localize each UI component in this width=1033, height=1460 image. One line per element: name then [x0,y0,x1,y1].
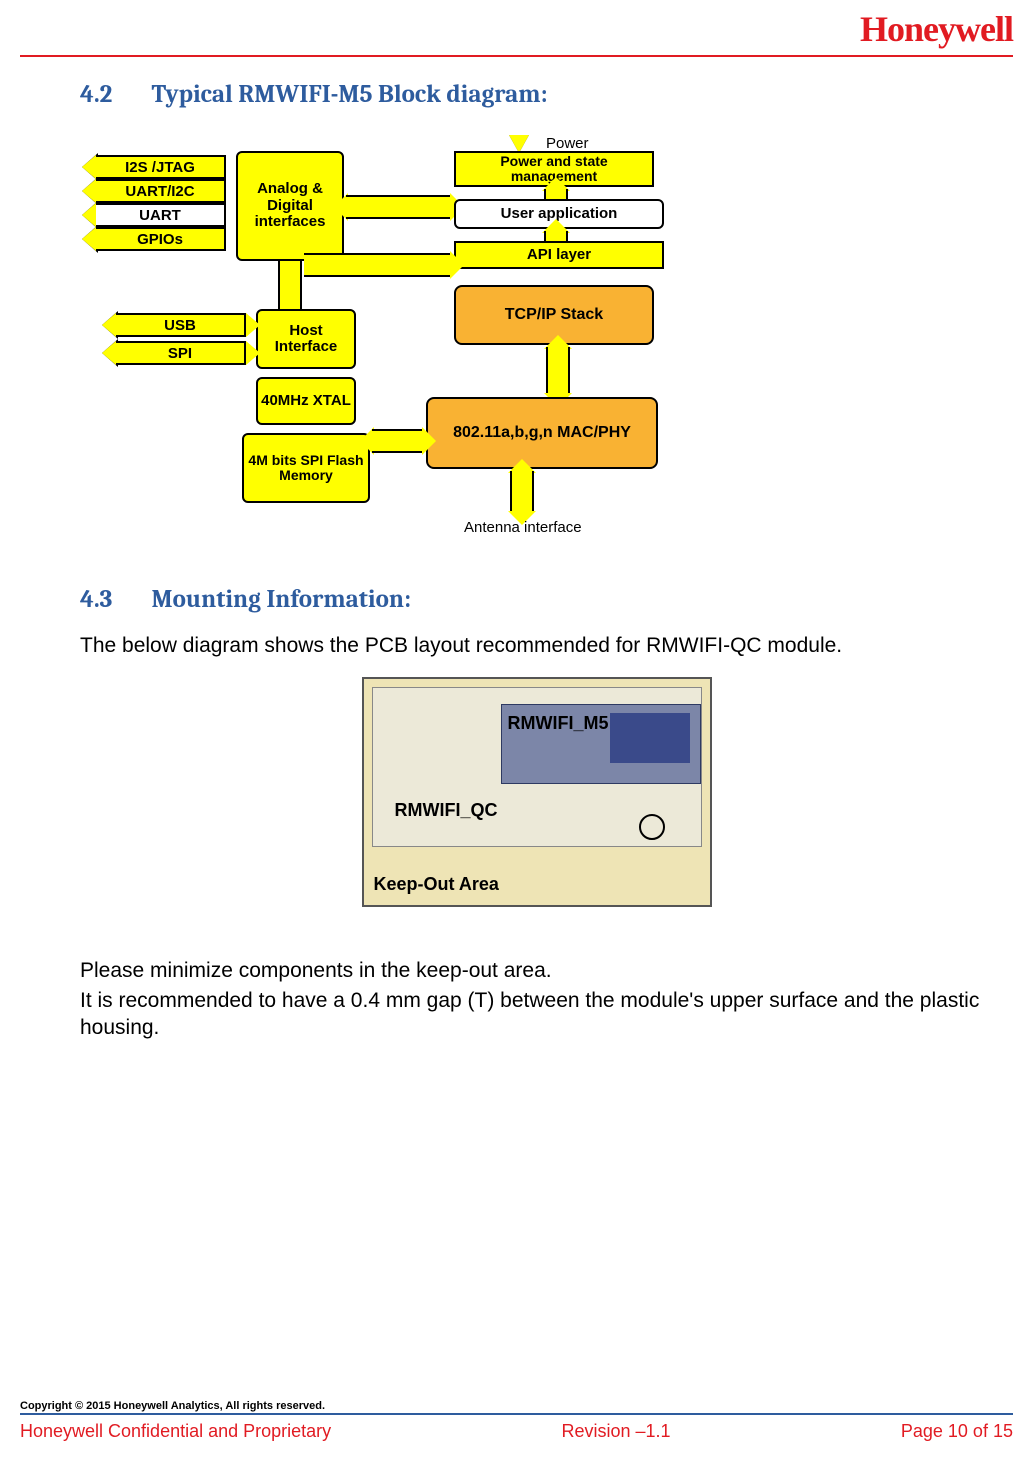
gpios-arrow: GPIOs [96,227,226,251]
analog-digital-box: Analog & Digital interfaces [236,151,344,261]
footer-left: Honeywell Confidential and Proprietary [20,1421,331,1442]
section-4-3-heading: 4.3 Mounting Information: [80,585,993,614]
i2s-jtag-label: I2S /JTAG [96,155,226,179]
spi-label: SPI [116,341,246,365]
block-diagram: Power Power and state management Analog … [56,137,696,567]
footer-copyright: Copyright © 2015 Honeywell Analytics, Al… [20,1400,1013,1415]
page-footer: Copyright © 2015 Honeywell Analytics, Al… [20,1400,1013,1442]
i2s-jtag-arrow: I2S /JTAG [96,155,226,179]
uart-label: UART [96,203,226,227]
conn-tcpip-mac [546,347,570,395]
conn-analog-host-stem [278,261,302,313]
host-interface-box: Host Interface [256,309,356,369]
mounting-diagram: RMWIFI_M5 RMWIFI_QC Keep-Out Area [362,677,712,907]
section-4-3-title: Mounting Information: [152,585,411,614]
mount-m5-label: RMWIFI_M5 [508,713,609,734]
xtal-box: 40MHz XTAL [256,377,356,425]
conn-analog-userapp [346,195,452,219]
page-content: 4.2 Typical RMWIFI-M5 Block diagram: Pow… [80,80,993,1055]
paragraph-3: It is recommended to have a 0.4 mm gap (… [80,987,993,1042]
footer-center: Revision –1.1 [561,1421,670,1442]
mount-qc-label: RMWIFI_QC [395,800,498,821]
brand-logo: Honeywell [860,8,1013,50]
gpios-label: GPIOs [96,227,226,251]
mount-keep-out-label: Keep-Out Area [374,874,499,895]
section-4-3-num: 4.3 [80,585,146,614]
header-rule [20,55,1013,57]
uart-arrow: UART [96,203,226,227]
mac-phy-box: 802.11a,b,g,n MAC/PHY [426,397,658,469]
section-4-2-heading: 4.2 Typical RMWIFI-M5 Block diagram: [80,80,993,109]
conn-mac-antenna [510,471,534,513]
antenna-label: Antenna interface [464,519,582,536]
spi-arrow: SPI [116,341,246,365]
uart-i2c-arrow: UART/I2C [96,179,226,203]
power-label: Power [546,135,589,152]
usb-label: USB [116,313,246,337]
section-4-2-title: Typical RMWIFI-M5 Block diagram: [152,80,548,109]
section-4-2-num: 4.2 [80,80,146,109]
mount-antenna-patch [610,713,690,763]
paragraph-1: The below diagram shows the PCB layout r… [80,632,993,659]
api-layer-box: API layer [454,241,664,269]
footer-right: Page 10 of 15 [901,1421,1013,1442]
conn-stem-api [304,253,452,277]
usb-arrow: USB [116,313,246,337]
conn-flash-mac [372,429,424,453]
uart-i2c-label: UART/I2C [96,179,226,203]
brand-logo-text: Honeywell [860,9,1013,49]
flash-box: 4M bits SPI Flash Memory [242,433,370,503]
mount-hole-icon [639,814,665,840]
mount-m5-module: RMWIFI_M5 [501,704,701,784]
mount-pcb-outline: RMWIFI_M5 RMWIFI_QC [372,687,702,847]
paragraph-2: Please minimize components in the keep-o… [80,957,993,984]
